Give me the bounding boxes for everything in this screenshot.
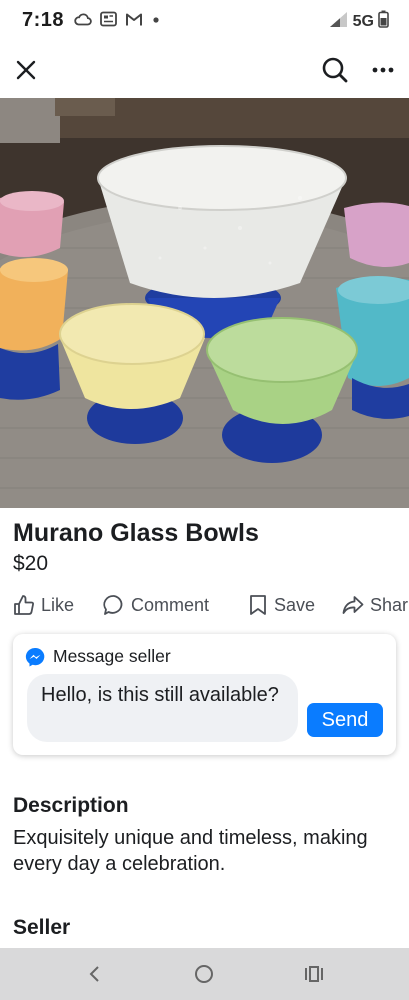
message-seller-card: Message seller Hello, is this still avai…: [13, 634, 396, 755]
close-button[interactable]: [10, 54, 42, 86]
gmail-icon: [125, 12, 143, 32]
save-button[interactable]: Save: [248, 590, 315, 620]
status-bar: 7:18 5G: [0, 0, 409, 42]
like-label: Like: [41, 594, 75, 615]
more-options-button[interactable]: [366, 54, 400, 86]
save-label: Save: [274, 594, 316, 615]
back-icon: [89, 966, 99, 982]
send-button[interactable]: Send: [307, 703, 383, 737]
recents-button[interactable]: [299, 960, 329, 988]
seller-heading: Seller: [13, 916, 71, 939]
bookmark-icon: [250, 595, 266, 615]
message-seller-header: Message seller: [25, 646, 171, 667]
dot-icon: [151, 12, 161, 31]
cloud-icon: [74, 12, 92, 31]
action-row: Like Comment Save Shar: [0, 590, 409, 620]
system-icons: 5G: [329, 10, 389, 33]
listing-price: $20: [13, 552, 49, 575]
battery-icon: [378, 10, 389, 33]
more-icon: [372, 67, 394, 73]
comment-button[interactable]: Comment: [103, 590, 209, 620]
description-text: Exquisitely unique and timeless, making …: [13, 827, 368, 875]
search-icon: [322, 57, 348, 83]
status-time: 7:18: [22, 9, 65, 31]
listing-title: Murano Glass Bowls: [13, 519, 259, 547]
messenger-icon: [25, 647, 45, 666]
home-icon: [195, 965, 213, 983]
top-app-bar: [0, 42, 409, 98]
close-icon: [16, 60, 36, 80]
system-navigation-bar: [0, 948, 409, 1000]
share-button[interactable]: Shar: [342, 590, 408, 620]
description-heading: Description: [13, 794, 129, 817]
back-button[interactable]: [80, 960, 110, 988]
newspaper-icon: [100, 11, 117, 32]
colored-glass-bowls-photo: [0, 98, 409, 508]
recents-icon: [305, 966, 323, 982]
search-button[interactable]: [318, 53, 352, 87]
message-seller-label: Message seller: [53, 646, 171, 666]
comment-icon: [103, 595, 123, 615]
comment-label: Comment: [131, 594, 210, 615]
notification-icons: [74, 11, 161, 32]
like-icon: [14, 595, 34, 615]
listing-photo[interactable]: [0, 98, 409, 508]
share-label: Shar: [370, 594, 409, 615]
signal-icon: [329, 11, 349, 33]
message-input[interactable]: Hello, is this still available?: [27, 674, 298, 742]
share-icon: [342, 596, 364, 614]
home-button[interactable]: [189, 960, 219, 988]
network-label: 5G: [352, 12, 374, 30]
like-button[interactable]: Like: [13, 590, 74, 620]
